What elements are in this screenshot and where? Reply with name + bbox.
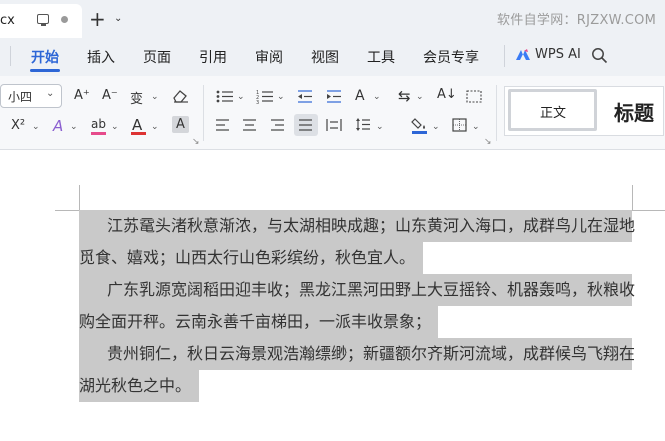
justify-icon[interactable] <box>298 118 313 132</box>
sort-text-icon[interactable]: ⇆ <box>398 87 411 105</box>
monitor-icon[interactable] <box>37 14 49 26</box>
paragraph-line[interactable]: 觅食、嬉戏；山西太行山色彩缤纷，秋色宜人。 <box>79 242 415 274</box>
highlight-color-bar <box>91 132 106 135</box>
style-title-label[interactable]: 标题 <box>614 97 654 126</box>
chevron-down-icon[interactable]: ⌄ <box>376 122 384 132</box>
sort-icon[interactable]: A↓ <box>437 87 457 102</box>
new-tab-button[interactable]: + <box>89 9 106 29</box>
chevron-down-icon[interactable]: ⌄ <box>277 92 285 102</box>
phonetic-guide-button[interactable]: 变 <box>130 88 143 107</box>
char-shading-button[interactable]: A <box>176 117 185 132</box>
menu-divider <box>10 46 11 66</box>
group-separator <box>203 85 204 141</box>
font-color-bar <box>131 132 146 135</box>
paragraph-line[interactable]: 江苏鼋头渚秋意渐浓，与太湖相映成趣；山东黄河入海口，成群鸟儿在湿地 <box>107 210 635 242</box>
chevron-down-icon[interactable]: ⌄ <box>46 88 54 99</box>
numbered-list-icon[interactable]: 123 <box>256 89 274 104</box>
document-tab-name[interactable]: cx <box>0 13 15 28</box>
active-tab-underline <box>30 69 60 72</box>
chevron-down-icon[interactable]: ⌄ <box>472 122 480 132</box>
style-normal-label[interactable]: 正文 <box>540 102 566 121</box>
highlight-button[interactable]: ab <box>91 117 106 131</box>
tab-insert[interactable]: 插入 <box>87 47 115 67</box>
chevron-down-icon[interactable]: ⌄ <box>151 122 159 132</box>
font-dialog-launcher-icon[interactable]: ↘ <box>192 137 200 147</box>
line-spacing-icon[interactable] <box>355 117 371 132</box>
shrink-font-button[interactable]: A⁻ <box>102 88 118 103</box>
unsaved-dot-icon[interactable] <box>61 16 68 23</box>
bullet-list-icon[interactable] <box>216 89 234 104</box>
tab-view[interactable]: 视图 <box>311 47 339 67</box>
menu-separator <box>504 45 505 67</box>
chevron-down-icon[interactable]: ⌄ <box>114 13 122 24</box>
increase-indent-icon[interactable] <box>326 89 342 104</box>
distribute-icon[interactable] <box>326 118 342 132</box>
svg-text:3: 3 <box>256 100 259 104</box>
chevron-down-icon[interactable]: ⌄ <box>416 92 424 102</box>
paragraph-line[interactable]: 湖光秋色之中。 <box>79 370 191 402</box>
paragraph-line[interactable]: 广东乳源宽阔稻田迎丰收；黑龙江黑河田野上大豆摇铃、机器轰鸣，秋粮收 <box>107 274 635 306</box>
chevron-down-icon[interactable]: ⌄ <box>111 122 119 132</box>
search-icon[interactable] <box>591 47 608 64</box>
borders-icon[interactable] <box>452 118 467 132</box>
chevron-down-icon[interactable]: ⌄ <box>70 122 78 132</box>
show-marks-icon[interactable] <box>466 90 482 103</box>
text-direction-icon[interactable]: A <box>355 88 365 104</box>
paragraph-dialog-launcher-icon[interactable]: ↘ <box>484 137 492 147</box>
tab-page[interactable]: 页面 <box>143 47 171 67</box>
margin-mark <box>79 185 80 211</box>
chevron-down-icon[interactable]: ⌄ <box>432 122 440 132</box>
paragraph-line[interactable]: 贵州铜仁，秋日云海景观浩瀚缥缈；新疆额尔齐斯河流域，成群候鸟飞翔在 <box>107 338 635 370</box>
chevron-down-icon[interactable]: ⌄ <box>373 92 381 102</box>
chevron-down-icon[interactable]: ⌄ <box>237 92 245 102</box>
margin-mark <box>55 210 80 211</box>
align-right-icon[interactable] <box>270 118 285 132</box>
tab-tools[interactable]: 工具 <box>367 47 395 67</box>
watermark-text: 软件自学网：RJZXW.COM <box>497 13 657 28</box>
chevron-down-icon[interactable]: ⌄ <box>151 92 159 102</box>
wps-ai-button[interactable]: WPS AI <box>535 47 581 62</box>
superscript-button[interactable]: X² <box>11 118 25 133</box>
tab-review[interactable]: 审阅 <box>255 47 283 67</box>
margin-mark <box>632 210 665 211</box>
chevron-down-icon[interactable]: ⌄ <box>32 122 40 132</box>
text-effect-button[interactable]: A <box>53 117 63 135</box>
align-center-icon[interactable] <box>242 118 257 132</box>
tab-membership[interactable]: 会员专享 <box>423 47 479 67</box>
grow-font-button[interactable]: A⁺ <box>74 88 90 103</box>
wps-ai-logo-icon[interactable] <box>515 47 531 63</box>
tab-home[interactable]: 开始 <box>31 47 59 67</box>
align-left-icon[interactable] <box>215 118 230 132</box>
margin-mark <box>632 185 633 211</box>
tab-references[interactable]: 引用 <box>199 47 227 67</box>
eraser-icon[interactable] <box>172 89 189 103</box>
paragraph-line[interactable]: 购全面开秤。云南永善千亩梯田，一派丰收景象； <box>79 306 431 338</box>
group-separator <box>496 85 497 141</box>
paragraph-shading-icon[interactable] <box>411 116 428 134</box>
decrease-indent-icon[interactable] <box>297 89 313 104</box>
font-size-value[interactable]: 小四 <box>8 88 32 105</box>
